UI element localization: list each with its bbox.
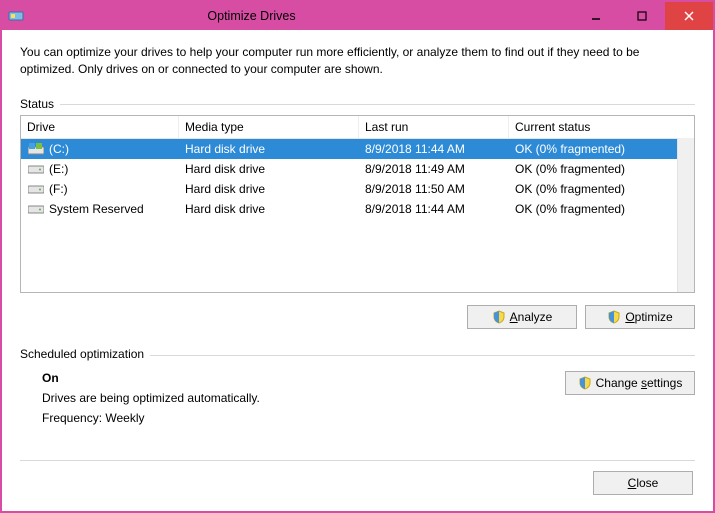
status-section: Status Drive Media type Last run Current… [20, 97, 695, 347]
close-button[interactable] [665, 2, 713, 30]
drive-media: Hard disk drive [179, 158, 359, 180]
col-current-status[interactable]: Current status [509, 116, 694, 138]
col-last-run[interactable]: Last run [359, 116, 509, 138]
action-buttons: Analyze Optimize [20, 305, 695, 329]
shield-icon [492, 310, 506, 324]
sched-label: Scheduled optimization [20, 347, 144, 361]
drive-media: Hard disk drive [179, 178, 359, 200]
scheduled-optimization-section: Scheduled optimization On Drives are bei… [20, 347, 695, 431]
divider [150, 355, 695, 356]
drive-media: Hard disk drive [179, 139, 359, 160]
window-controls [573, 2, 713, 30]
optimize-drives-window: Optimize Drives You can optimize your dr… [0, 0, 715, 513]
sched-freq: Frequency: Weekly [42, 411, 260, 425]
sched-text: On Drives are being optimized automatica… [42, 371, 260, 431]
window-title: Optimize Drives [0, 9, 573, 23]
optimize-button[interactable]: Optimize [585, 305, 695, 329]
drive-last-run: 8/9/2018 11:44 AM [359, 198, 509, 220]
drives-list[interactable]: Drive Media type Last run Current status… [20, 115, 695, 293]
sched-desc: Drives are being optimized automatically… [42, 391, 260, 405]
drive-name: (F:) [49, 182, 68, 196]
drive-last-run: 8/9/2018 11:49 AM [359, 158, 509, 180]
hdd-icon [27, 183, 45, 195]
drive-last-run: 8/9/2018 11:44 AM [359, 139, 509, 160]
drives-header[interactable]: Drive Media type Last run Current status [21, 116, 694, 139]
drive-media: Hard disk drive [179, 198, 359, 220]
divider [20, 460, 695, 461]
intro-text: You can optimize your drives to help you… [20, 44, 695, 79]
sched-state: On [42, 371, 260, 385]
col-media[interactable]: Media type [179, 116, 359, 138]
drive-row[interactable]: System Reserved Hard disk drive 8/9/2018… [21, 199, 694, 219]
maximize-button[interactable] [619, 2, 665, 30]
scrollbar[interactable] [677, 138, 694, 292]
drives-rows: (C:) Hard disk drive 8/9/2018 11:44 AM O… [21, 139, 694, 292]
drive-row[interactable]: (E:) Hard disk drive 8/9/2018 11:49 AM O… [21, 159, 694, 179]
drive-row[interactable]: (F:) Hard disk drive 8/9/2018 11:50 AM O… [21, 179, 694, 199]
close-dialog-button[interactable]: Close [593, 471, 693, 495]
drive-last-run: 8/9/2018 11:50 AM [359, 178, 509, 200]
hdd-icon [27, 163, 45, 175]
col-drive[interactable]: Drive [21, 116, 179, 138]
shield-icon [578, 376, 592, 390]
content-area: You can optimize your drives to help you… [2, 30, 713, 511]
drive-row[interactable]: (C:) Hard disk drive 8/9/2018 11:44 AM O… [21, 139, 694, 159]
drive-status: OK (0% fragmented) [509, 139, 694, 160]
os-drive-icon [27, 143, 45, 155]
drive-status: OK (0% fragmented) [509, 158, 694, 180]
divider [60, 104, 695, 105]
drive-status: OK (0% fragmented) [509, 178, 694, 200]
titlebar[interactable]: Optimize Drives [2, 2, 713, 30]
drive-name: (E:) [49, 162, 68, 176]
shield-icon [607, 310, 621, 324]
minimize-button[interactable] [573, 2, 619, 30]
drive-name: (C:) [49, 142, 69, 156]
drive-name: System Reserved [49, 202, 144, 216]
hdd-icon [27, 203, 45, 215]
change-settings-button[interactable]: Change settings [565, 371, 695, 395]
footer: Close [20, 471, 695, 497]
drive-status: OK (0% fragmented) [509, 198, 694, 220]
analyze-button[interactable]: Analyze [467, 305, 577, 329]
